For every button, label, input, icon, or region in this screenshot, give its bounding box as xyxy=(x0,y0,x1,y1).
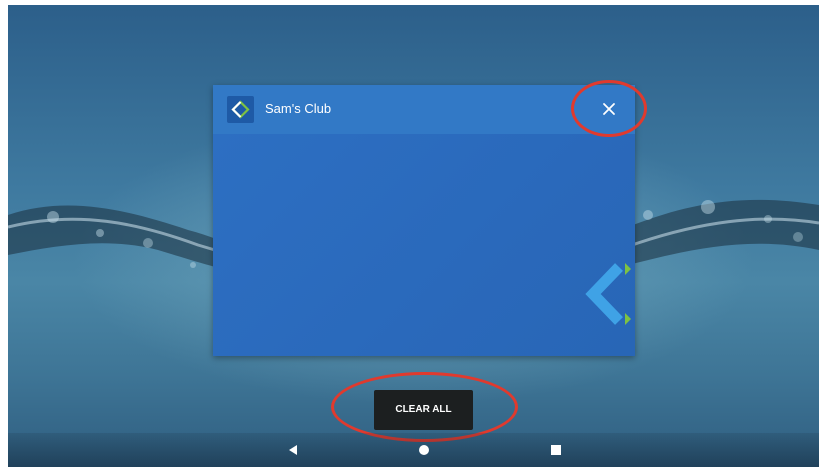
home-circle-icon[interactable] xyxy=(416,442,432,458)
sams-club-logo-mark xyxy=(585,263,631,325)
back-triangle-icon[interactable] xyxy=(285,442,301,458)
navigation-bar xyxy=(8,433,819,467)
recents-square-icon[interactable] xyxy=(548,442,564,458)
close-button-highlight-circle xyxy=(571,80,647,137)
app-title: Sam's Club xyxy=(265,101,332,116)
clear-all-highlight-circle xyxy=(331,372,518,442)
app-preview-thumbnail[interactable] xyxy=(213,134,635,356)
android-recents-screen: Sam's Club CLEAR ALL xyxy=(8,5,819,467)
back-button[interactable] xyxy=(285,442,301,458)
recent-app-card[interactable]: Sam's Club xyxy=(213,85,635,356)
home-button[interactable] xyxy=(416,442,432,458)
recents-button[interactable] xyxy=(548,442,564,458)
sams-club-diamond-icon xyxy=(227,96,254,123)
